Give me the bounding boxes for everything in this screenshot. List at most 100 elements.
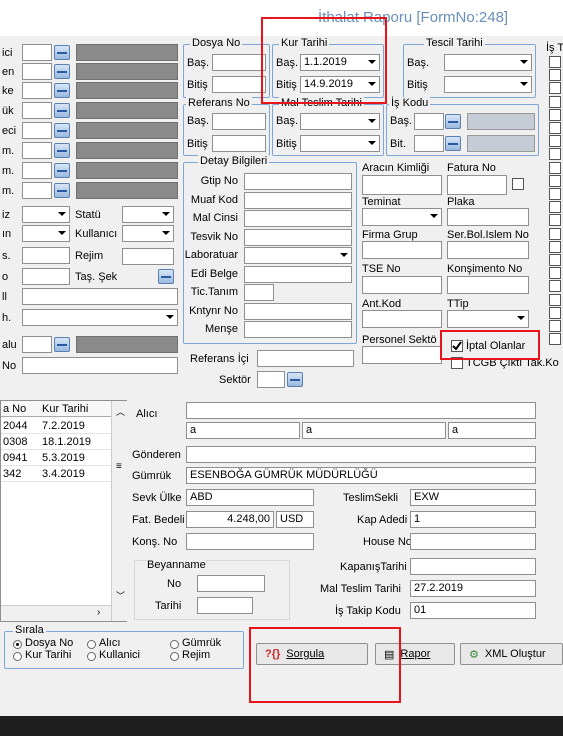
grid-horizontal-scrollbar[interactable]: › [1,605,111,621]
left-input[interactable] [22,247,70,264]
left-wide-input[interactable] [22,309,178,326]
plaka-input[interactable] [447,208,529,226]
left-input[interactable] [22,336,52,353]
left-picker-icon[interactable] [54,45,70,60]
left-picker-icon[interactable] [54,163,70,178]
left-input[interactable] [22,182,52,199]
left-wide-input[interactable] [22,357,178,374]
left-input[interactable] [22,63,52,80]
right-option-checkbox[interactable] [549,82,561,95]
results-grid[interactable]: a No Kur Tarihi 2044 7.2.2019 0308 18.1.… [0,400,127,622]
tescil-bitis-input[interactable] [444,76,532,93]
right-option-checkbox[interactable] [549,320,561,332]
right-option-checkbox[interactable] [549,135,561,148]
sevk-ulke-input[interactable]: ABD [186,489,314,506]
statu-select[interactable] [122,206,174,223]
beyanname-tarihi-input[interactable] [197,597,253,614]
scroll-grip-icon[interactable]: ≡ [116,461,122,472]
dosya-no-bitis-input[interactable] [212,76,266,93]
referans-ici-input[interactable] [257,350,354,367]
left-picker-icon[interactable] [54,183,70,198]
sektor-picker-icon[interactable] [287,372,303,387]
house-no-input[interactable] [410,533,536,550]
fatura-no-input[interactable] [447,175,507,195]
fatura-no-checkbox[interactable] [512,178,524,190]
is-kodu-bas-picker-icon[interactable] [445,114,461,129]
referans-bitis-input[interactable] [212,135,266,152]
sort-gumruk-radio[interactable] [170,640,179,649]
right-option-checkbox[interactable] [549,56,561,68]
left-input[interactable] [22,122,52,139]
ttip-select[interactable] [447,310,529,328]
sort-kur-tarihi-radio[interactable] [13,652,22,661]
left-picker-icon[interactable] [54,103,70,118]
left-input[interactable] [22,142,52,159]
left-picker-icon[interactable] [54,83,70,98]
left-select[interactable] [22,206,70,223]
mal-teslim-bas-input[interactable] [300,113,380,130]
firma-grup-input[interactable] [362,241,442,259]
tescil-bas-input[interactable] [444,54,532,71]
right-option-checkbox[interactable] [549,95,561,108]
mal-teslim-tarihi-input[interactable]: 27.2.2019 [410,580,536,597]
teminat-select[interactable] [362,208,442,226]
table-row[interactable]: 342 3.4.2019 [1,466,111,482]
fat-bedeli-input[interactable]: 4.248,00 [186,511,274,528]
right-option-checkbox[interactable] [549,201,561,214]
kullanici-select[interactable] [122,225,174,242]
right-option-checkbox[interactable] [549,267,561,280]
ser-bol-input[interactable] [447,241,529,259]
left-input[interactable] [22,102,52,119]
is-takip-kodu-input[interactable]: 01 [410,602,536,619]
sektor-input[interactable] [257,371,285,388]
left-input[interactable] [22,44,52,61]
left-input[interactable] [22,268,70,285]
scroll-right-icon[interactable]: › [97,607,100,618]
currency-input[interactable]: USD [276,511,314,528]
scroll-down-icon[interactable]: ﹀ [116,589,125,602]
kap-adedi-input[interactable]: 1 [410,511,536,528]
sort-alici-radio[interactable] [87,640,96,649]
right-option-checkbox[interactable] [549,227,561,240]
sort-dosya-no-radio[interactable] [13,640,22,649]
detay-row-input[interactable] [244,210,352,227]
sort-kullanici-radio[interactable] [87,652,96,661]
right-option-checkbox[interactable] [549,293,561,306]
dosya-no-bas-input[interactable] [212,54,266,71]
beyanname-no-input[interactable] [197,575,265,592]
gumruk-input[interactable]: ESENBOĞA GÜMRÜK MÜDÜRLÜĞÜ [186,467,536,484]
left-input[interactable] [22,162,52,179]
detay-row-input[interactable] [244,265,352,283]
sort-rejim-radio[interactable] [170,652,179,661]
tas-sek-picker-icon[interactable] [158,269,174,284]
detay-row-input[interactable] [244,321,352,338]
detay-row-input[interactable] [244,191,352,209]
right-option-checkbox[interactable] [549,214,561,227]
right-option-checkbox[interactable] [549,122,561,134]
left-picker-icon[interactable] [54,123,70,138]
alici-field-1[interactable]: a [186,422,300,439]
is-kodu-bas-input[interactable] [414,113,444,130]
kapanis-input[interactable] [410,558,536,575]
left-select[interactable] [22,225,70,242]
right-option-checkbox[interactable] [549,161,561,174]
rejim-field[interactable] [122,248,174,265]
right-option-checkbox[interactable] [549,280,561,293]
right-option-checkbox[interactable] [549,254,561,266]
tse-no-input[interactable] [362,276,442,294]
left-input[interactable] [22,82,52,99]
right-option-checkbox[interactable] [549,108,561,121]
right-option-checkbox[interactable] [549,174,561,187]
left-wide-input[interactable] [22,288,178,305]
right-option-checkbox[interactable] [549,306,561,319]
detay-row-input[interactable] [244,247,352,264]
right-option-checkbox[interactable] [549,240,561,253]
personel-sektor-input[interactable] [362,346,442,364]
referans-bas-input[interactable] [212,113,266,130]
ant-kod-input[interactable] [362,310,442,328]
left-picker-icon[interactable] [54,64,70,79]
detay-row-input[interactable] [244,228,352,246]
detay-row-input[interactable] [244,302,352,320]
table-row[interactable]: 2044 7.2.2019 [1,418,111,434]
right-option-checkbox[interactable] [549,188,561,200]
